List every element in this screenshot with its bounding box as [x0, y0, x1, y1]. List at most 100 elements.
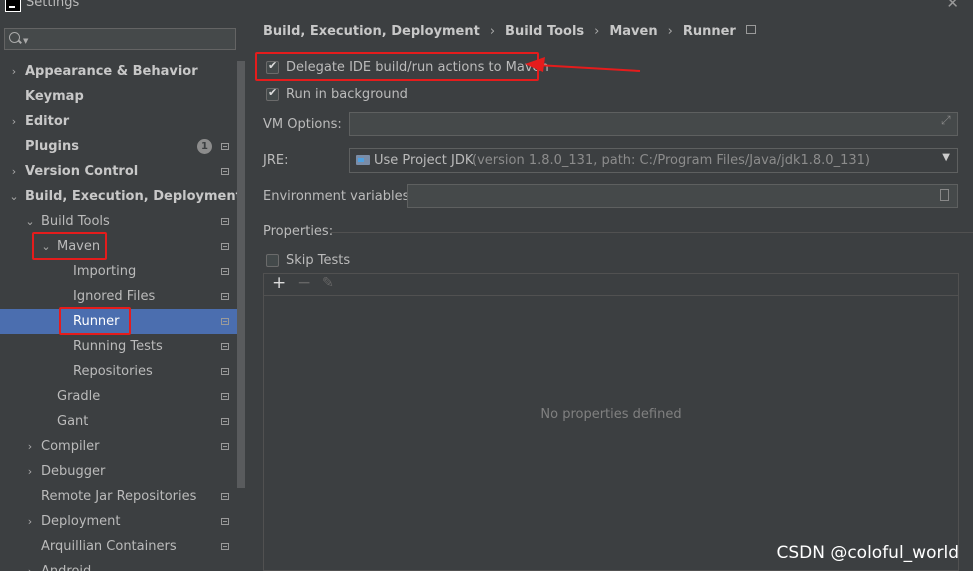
- breadcrumb-item: Build Tools: [505, 24, 585, 39]
- expand-icon[interactable]: [941, 113, 951, 128]
- project-settings-icon: [745, 25, 756, 34]
- chevron-right-icon[interactable]: ›: [25, 559, 35, 571]
- properties-table: + − ✎ No properties defined: [263, 273, 959, 571]
- sidebar-item-label: Keymap: [25, 89, 84, 104]
- project-settings-icon: [221, 518, 229, 525]
- browse-env-vars-icon[interactable]: [940, 189, 949, 201]
- sidebar-item-plugins[interactable]: Plugins 1: [0, 134, 237, 159]
- sidebar-item-label: Android: [41, 559, 91, 571]
- sidebar-item-label: Gradle: [57, 389, 101, 404]
- breadcrumb: Build, Execution, Deployment › Build Tools…: [263, 24, 756, 39]
- run-in-background-label: Run in background: [286, 87, 408, 102]
- project-settings-icon: [221, 293, 229, 300]
- project-settings-icon: [221, 493, 229, 500]
- project-settings-icon: [221, 393, 229, 400]
- sidebar-item-deployment[interactable]: › Deployment: [0, 509, 237, 534]
- chevron-right-icon[interactable]: ›: [9, 59, 19, 84]
- chevron-right-icon[interactable]: ›: [9, 109, 19, 134]
- intellij-logo-icon: [5, 0, 21, 12]
- sidebar-item-label: Version Control: [25, 164, 139, 179]
- run-in-background-row[interactable]: Run in background: [266, 86, 466, 105]
- project-settings-icon: [221, 543, 229, 550]
- chevron-down-icon[interactable]: ⌄: [25, 209, 35, 234]
- project-settings-icon: [221, 218, 229, 225]
- edit-property-button[interactable]: ✎: [322, 275, 334, 291]
- vm-options-field[interactable]: [349, 112, 958, 136]
- project-settings-icon: [221, 168, 229, 175]
- vm-options-label: VM Options:: [263, 117, 342, 132]
- chevron-right-icon[interactable]: ›: [9, 159, 19, 184]
- sidebar-item-label: Remote Jar Repositories: [41, 489, 197, 504]
- sidebar-item-running-tests[interactable]: Running Tests: [0, 334, 237, 359]
- search-options-caret-icon[interactable]: ▼: [23, 37, 28, 45]
- project-settings-icon: [221, 368, 229, 375]
- sidebar-item-version-control[interactable]: › Version Control: [0, 159, 237, 184]
- chevron-right-icon[interactable]: ›: [25, 459, 35, 484]
- chevron-down-icon[interactable]: ▼: [942, 152, 950, 163]
- skip-tests-label: Skip Tests: [286, 253, 351, 268]
- chevron-right-icon[interactable]: ›: [25, 434, 35, 459]
- sidebar-item-label: Compiler: [41, 439, 100, 454]
- runner-settings-panel: Build, Execution, Deployment › Build Tools…: [247, 12, 973, 571]
- sidebar-item-gradle[interactable]: Gradle: [0, 384, 237, 409]
- sidebar-item-label: Debugger: [41, 464, 106, 479]
- sidebar-item-importing[interactable]: Importing: [0, 259, 237, 284]
- title-bar: Settings ✕: [0, 0, 973, 12]
- env-vars-field[interactable]: [407, 184, 958, 208]
- jre-detail: (version 1.8.0_131, path: C:/Program Fil…: [472, 153, 870, 168]
- sidebar-item-label: Deployment: [41, 514, 121, 529]
- skip-tests-row[interactable]: Skip Tests: [266, 253, 386, 271]
- sidebar-item-label: Build, Execution, Deployment: [25, 189, 242, 204]
- sidebar-item-android[interactable]: › Android: [0, 559, 237, 571]
- breadcrumb-item: Build, Execution, Deployment: [263, 24, 480, 39]
- properties-separator: [331, 232, 973, 233]
- close-icon[interactable]: ✕: [946, 0, 959, 12]
- sidebar-item-label: Importing: [73, 264, 137, 279]
- jre-select[interactable]: Use Project JDK (version 1.8.0_131, path…: [349, 148, 958, 173]
- sidebar-item-remote-jar-repositories[interactable]: Remote Jar Repositories: [0, 484, 237, 509]
- sidebar-item-arquillian-containers[interactable]: Arquillian Containers: [0, 534, 237, 559]
- sidebar-item-build-execution-deployment[interactable]: ⌄ Build, Execution, Deployment: [0, 184, 241, 209]
- sidebar-item-label: Repositories: [73, 364, 153, 379]
- project-settings-icon: [221, 343, 229, 350]
- sidebar-item-repositories[interactable]: Repositories: [0, 359, 237, 384]
- empty-properties-message: No properties defined: [540, 407, 682, 422]
- search-input[interactable]: ▼: [4, 28, 236, 50]
- sidebar-item-label: Ignored Files: [73, 289, 156, 304]
- properties-label: Properties:: [263, 224, 334, 239]
- jdk-folder-icon: [356, 155, 370, 165]
- sidebar-item-label: Running Tests: [73, 339, 163, 354]
- runner-highlight-box: [59, 307, 131, 335]
- sidebar-item-keymap[interactable]: Keymap: [0, 84, 237, 109]
- project-settings-icon: [221, 418, 229, 425]
- remove-property-button[interactable]: −: [297, 273, 311, 293]
- project-settings-icon: [221, 243, 229, 250]
- sidebar-item-label: Arquillian Containers: [41, 539, 177, 554]
- add-property-button[interactable]: +: [272, 273, 286, 293]
- jre-selected-value: Use Project JDK: [374, 153, 474, 168]
- sidebar-scrollbar[interactable]: [237, 61, 245, 488]
- window-title: Settings: [26, 0, 80, 10]
- sidebar-item-debugger[interactable]: › Debugger: [0, 459, 237, 484]
- sidebar-item-label: Editor: [25, 114, 70, 129]
- properties-toolbar: + − ✎: [264, 273, 958, 296]
- project-settings-icon: [221, 318, 229, 325]
- annotation-arrow: [525, 57, 641, 72]
- sidebar-item-compiler[interactable]: › Compiler: [0, 434, 237, 459]
- watermark: CSDN @coloful_world: [776, 543, 959, 563]
- chevron-down-icon[interactable]: ⌄: [9, 184, 19, 209]
- sidebar-item-appearance-behavior[interactable]: › Appearance & Behavior: [0, 59, 237, 84]
- run-in-background-checkbox[interactable]: [266, 86, 279, 101]
- project-settings-icon: [221, 443, 229, 450]
- sidebar-item-label: Gant: [57, 414, 89, 429]
- sidebar-item-build-tools[interactable]: ⌄ Build Tools: [0, 209, 237, 234]
- maven-highlight-box: [32, 232, 107, 260]
- breadcrumb-item: Runner: [682, 24, 736, 39]
- delegate-highlight-box: [255, 52, 539, 81]
- sidebar-item-editor[interactable]: › Editor: [0, 109, 237, 134]
- skip-tests-checkbox[interactable]: [266, 254, 279, 267]
- sidebar-item-ignored-files[interactable]: Ignored Files: [0, 284, 237, 309]
- project-settings-icon: [221, 143, 229, 150]
- sidebar-item-gant[interactable]: Gant: [0, 409, 237, 434]
- chevron-right-icon[interactable]: ›: [25, 509, 35, 534]
